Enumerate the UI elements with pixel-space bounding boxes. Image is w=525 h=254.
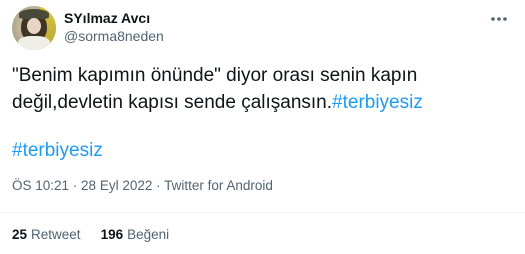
tweet-source[interactable]: Twitter for Android <box>164 178 273 193</box>
more-options-button[interactable] <box>485 8 513 30</box>
inline-hashtag-link[interactable]: #terbiyesiz <box>332 92 423 113</box>
tweet-date[interactable]: 28 Eyl 2022 <box>81 178 152 193</box>
avatar[interactable] <box>12 6 56 50</box>
avatar-face <box>27 18 41 34</box>
tweet-text: "Benim kapımın önünde" diyor orası senin… <box>12 62 512 116</box>
author-display-name[interactable]: SYılmaz Avcı <box>64 10 164 27</box>
tweet-text-line-1: "Benim kapımın önünde" diyor orası senin… <box>12 65 418 86</box>
divider-top <box>0 212 525 213</box>
likes-stat[interactable]: 196 Beğeni <box>101 226 170 244</box>
likes-label: Beğeni <box>127 227 170 242</box>
retweets-count: 25 <box>12 227 28 242</box>
meta-separator: · <box>69 178 82 193</box>
more-horizontal-icon <box>491 17 507 21</box>
tweet-card: SYılmaz Avcı @sorma8neden "Benim kapımın… <box>0 0 525 254</box>
hashtag-link[interactable]: #terbiyesiz <box>12 137 103 164</box>
tweet-header: SYılmaz Avcı @sorma8neden <box>12 6 513 50</box>
likes-count: 196 <box>100 227 124 242</box>
tweet-text-line-2: değil,devletin kapısı sende çalışansın. <box>12 92 333 113</box>
meta-separator-2: · <box>152 178 165 193</box>
author-handle[interactable]: @sorma8neden <box>64 27 164 45</box>
author-block[interactable]: SYılmaz Avcı @sorma8neden <box>64 6 164 45</box>
tweet-time[interactable]: ÖS 10:21 <box>12 178 69 193</box>
retweets-label: Retweet <box>31 227 81 242</box>
avatar-shirt <box>18 36 50 50</box>
retweets-stat[interactable]: 25 Retweet <box>12 226 81 244</box>
tweet-meta: ÖS 10:21 · 28 Eyl 2022 · Twitter for And… <box>12 177 273 195</box>
tweet-stats: 25 Retweet 196 Beğeni <box>12 226 169 244</box>
